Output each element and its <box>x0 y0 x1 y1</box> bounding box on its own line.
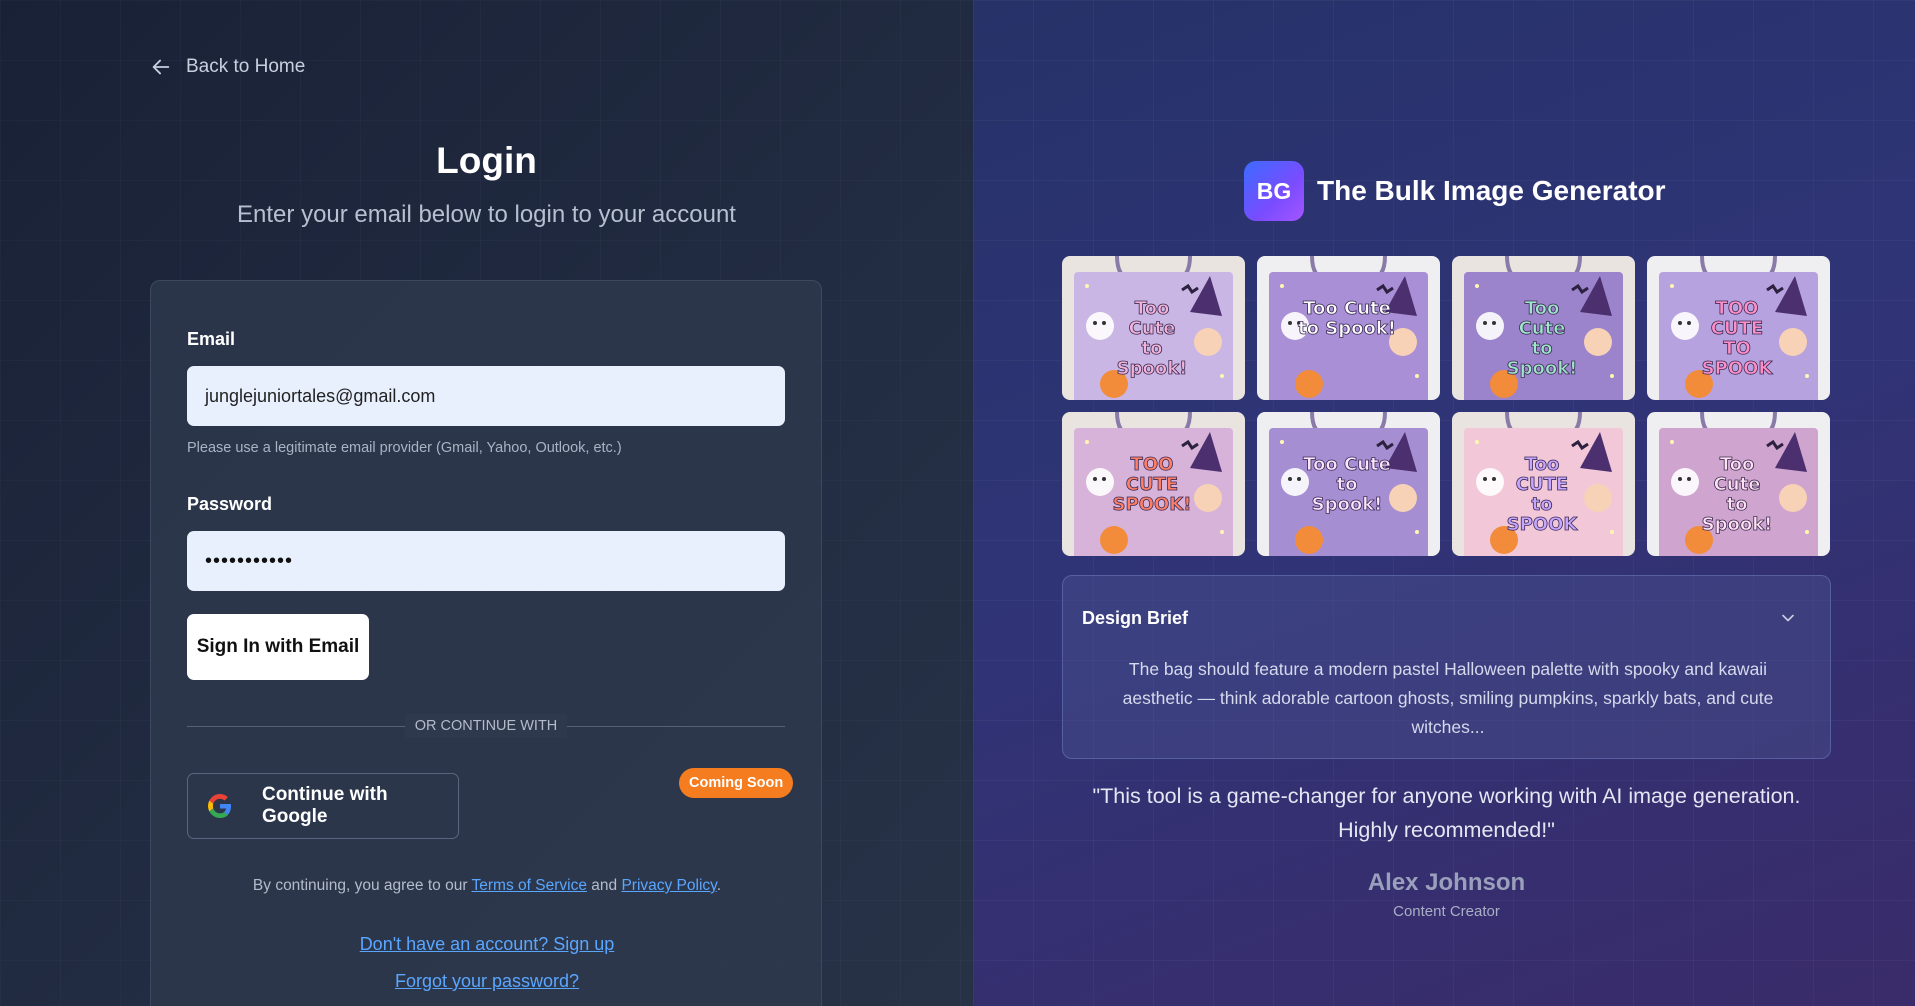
gallery-image[interactable]: Too Cute to Spook! <box>1257 256 1440 400</box>
design-brief-text: The bag should feature a modern pastel H… <box>1122 659 1774 737</box>
forgot-password-link[interactable]: Forgot your password? <box>151 971 823 992</box>
tote-bag-text: SPOOK! <box>1113 494 1192 515</box>
design-brief-title: Design Brief <box>1082 608 1189 628</box>
tote-bag-text: Spook! <box>1507 358 1578 379</box>
password-value: ••••••••••• <box>205 549 294 572</box>
terms-suffix: . <box>716 877 722 894</box>
gallery-image[interactable]: Too Cute to Spook! <box>1647 412 1830 556</box>
tote-bag-illustration: TOOCUTESPOOK! <box>1062 412 1245 556</box>
email-label: Email <box>187 329 236 349</box>
gallery-image[interactable]: Too Cute to Spook! <box>1062 256 1245 400</box>
testimonial-author: Alex Johnson <box>1367 869 1526 896</box>
login-subtitle: Enter your email below to login to your … <box>237 201 736 228</box>
privacy-policy-link[interactable]: Privacy Policy <box>621 877 716 894</box>
login-panel: Back to Home Login Enter your email belo… <box>0 0 973 1006</box>
email-field[interactable]: junglejuniortales@gmail.com <box>187 366 785 426</box>
tote-bag-text: Too Cute <box>1303 454 1391 475</box>
tote-bag-text: to <box>1727 494 1748 515</box>
email-hint: Please use a legitimate email provider (… <box>187 440 622 456</box>
tote-bag-text: to <box>1532 494 1553 515</box>
brand-logo: BG <box>1244 161 1304 221</box>
design-brief-panel: Design Brief The bag should feature a mo… <box>1062 575 1831 759</box>
password-field[interactable]: ••••••••••• <box>187 531 785 591</box>
tote-bag-text: to <box>1142 338 1163 359</box>
tote-bag-text: Cute <box>1519 318 1566 339</box>
tote-bag-text: TOO <box>1131 454 1174 475</box>
tote-bag-illustration: TOOCUTETOSPOOK <box>1647 256 1830 400</box>
image-gallery: Too Cute to Spook! Too Cute to Spook! Too Cute t… <box>1062 256 1832 556</box>
tote-bag-illustration: TooCUTEtoSPOOK <box>1452 412 1635 556</box>
terms-text: By continuing, you agree to our Terms of… <box>151 877 823 895</box>
tote-bag-text: SPOOK <box>1507 514 1579 535</box>
login-card: Email junglejuniortales@gmail.com Please… <box>150 280 822 1006</box>
tote-bag-text: Spook! <box>1312 494 1383 515</box>
tote-bag-illustration: TooCutetoSpook! <box>1062 256 1245 400</box>
sign-up-link[interactable]: Don't have an account? Sign up <box>151 934 823 955</box>
tote-bag-text: to <box>1337 474 1358 495</box>
arrow-left-icon <box>152 59 170 75</box>
tote-bag-illustration: TooCutetoSpook! <box>1452 256 1635 400</box>
sign-in-with-email-button[interactable]: Sign In with Email <box>187 614 369 680</box>
tote-bag-text: CUTE <box>1711 318 1763 339</box>
tote-bag-text: TO <box>1723 338 1751 359</box>
tote-bag-text: SPOOK <box>1702 358 1774 379</box>
tote-bag-text: to <box>1532 338 1553 359</box>
tote-bag-illustration: Too CutetoSpook! <box>1257 412 1440 556</box>
tote-bag-text: CUTE <box>1516 474 1568 495</box>
brand-header: BG The Bulk Image Generator <box>1244 161 1666 221</box>
back-to-home-link[interactable]: Back to Home <box>150 56 305 78</box>
testimonial-quote: "This tool is a game-changer for anyone … <box>1092 784 1801 842</box>
terms-prefix: By continuing, you agree to our <box>252 877 468 894</box>
tote-bag-text: TOO <box>1716 298 1759 319</box>
tote-bag-text: Spook! <box>1117 358 1188 379</box>
testimonial-role: Content Creator <box>1393 903 1500 920</box>
tote-bag-text: Too <box>1720 454 1755 475</box>
tote-bag-text: Too Cute <box>1303 298 1391 319</box>
gallery-image[interactable]: TOO CUTE TO SPOOK <box>1647 256 1830 400</box>
divider-label: OR CONTINUE WITH <box>405 714 567 738</box>
brand-name: The Bulk Image Generator <box>1317 175 1666 206</box>
tote-bag-text: Cute <box>1714 474 1761 495</box>
tote-bag-text: Too <box>1135 298 1170 319</box>
gallery-image[interactable]: Too Cute to Spook! <box>1452 256 1635 400</box>
gallery-image[interactable]: Too Cute to Spook! <box>1257 412 1440 556</box>
tote-bag-text: CUTE <box>1126 474 1178 495</box>
terms-and: and <box>591 877 618 894</box>
tote-bag-illustration: Too Cuteto Spook! <box>1257 256 1440 400</box>
terms-of-service-link[interactable]: Terms of Service <box>472 877 587 894</box>
tote-bag-text: Too <box>1525 454 1560 475</box>
gallery-image[interactable]: TOO CUTE SPOOK! <box>1062 412 1245 556</box>
tote-bag-illustration: TooCutetoSpook! <box>1647 412 1830 556</box>
google-icon <box>208 794 232 818</box>
google-button-label: Continue with Google <box>261 784 388 827</box>
coming-soon-badge: Coming Soon <box>679 768 794 798</box>
chevron-down-icon[interactable] <box>1778 608 1798 628</box>
login-title: Login <box>436 140 537 181</box>
back-to-home-label: Back to Home <box>186 56 306 77</box>
tote-bag-text: Cute <box>1129 318 1176 339</box>
gallery-image[interactable]: Too CUTE to SPOOK <box>1452 412 1635 556</box>
tote-bag-text: Spook! <box>1702 514 1773 535</box>
tote-bag-text: to Spook! <box>1298 318 1396 339</box>
continue-with-google-button[interactable]: Continue with Google <box>187 773 459 839</box>
email-value: junglejuniortales@gmail.com <box>205 385 436 406</box>
password-label: Password <box>187 494 273 514</box>
tote-bag-text: Too <box>1525 298 1560 319</box>
